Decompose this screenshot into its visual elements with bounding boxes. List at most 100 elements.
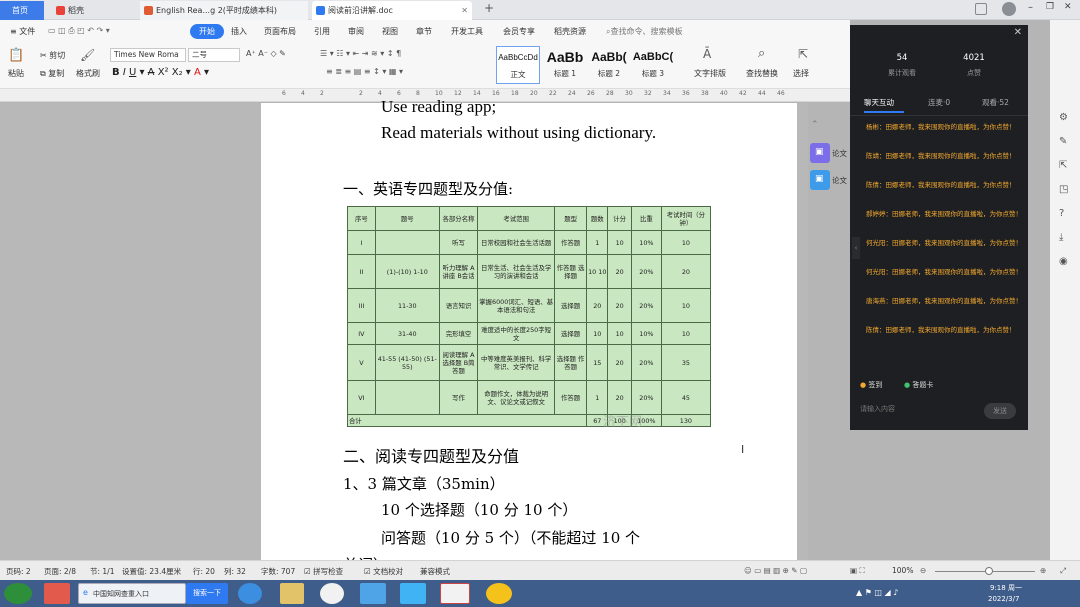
doc-line: 10 个选择题（10 分 10 个） (381, 501, 578, 519)
page-status[interactable]: 页面: 2/8 (44, 566, 76, 577)
answer-card-button[interactable]: ● 答题卡 (904, 380, 933, 390)
format-painter-icon[interactable]: 🖌 (80, 48, 95, 62)
font-family-select[interactable]: Times New Roma (110, 48, 186, 62)
menu-developer[interactable]: 开发工具 (451, 26, 483, 37)
table-cell: 10 (607, 230, 632, 255)
chat-input[interactable]: 请输入内容 (860, 404, 895, 414)
paper-check-button[interactable]: ▣ (810, 170, 830, 190)
quick-access-icons[interactable]: ▭ ◫ ⎙ ◰ ↶ ↷ ▾ (48, 26, 110, 36)
maximize-icon[interactable]: ❐ (1046, 2, 1054, 12)
menu-docer[interactable]: 稻壳资源 (554, 26, 586, 37)
pen-icon[interactable]: ✎ (1059, 136, 1067, 147)
folder-icon[interactable] (280, 583, 304, 604)
find-replace-button[interactable]: 查找替换 (746, 68, 778, 79)
send-button[interactable]: 发送 (984, 403, 1016, 419)
zoom-out-icon[interactable]: ⊖ (920, 566, 926, 575)
menu-insert[interactable]: 插入 (231, 26, 247, 37)
search-go-button[interactable]: 搜索一下 (186, 583, 228, 604)
menu-chapter[interactable]: 章节 (416, 26, 432, 37)
app-icon[interactable] (360, 583, 386, 604)
page-num-status[interactable]: 页码: 2 (6, 566, 31, 577)
search-site-text: 中国知网查重入口 (93, 590, 149, 598)
tray-icons[interactable]: ▲ ⚑ ◫ ◢ ♪ (856, 588, 898, 597)
close-window-icon[interactable]: ✕ (1064, 2, 1072, 12)
menu-layout[interactable]: 页面布局 (264, 26, 296, 37)
location-icon[interactable]: ◉ (1059, 256, 1068, 267)
zoom-slider-thumb[interactable] (985, 567, 993, 575)
download-icon[interactable]: ⤓ (1059, 232, 1063, 243)
collapse-icon[interactable]: ⌃ (811, 120, 819, 130)
menu-file-label: 文件 (19, 27, 36, 36)
col-status[interactable]: 列: 32 (224, 566, 246, 577)
proofread-label: 文档校对 (373, 567, 404, 576)
pointer-icon[interactable]: ⇱ (1059, 160, 1067, 171)
format-painter-button[interactable]: 格式刷 (76, 68, 100, 79)
font-style-buttons[interactable]: B I U ▾ A X² X₂ ▾ A ▾ (112, 67, 209, 78)
add-tab-button[interactable]: + (484, 1, 494, 15)
wps-status-icons[interactable]: ▣ ⛶ (850, 566, 865, 576)
view-mode-icons[interactable]: ☺ ▭ ▤ ▥ ⊕ ✎ ▢ (744, 566, 807, 575)
app-icon[interactable] (486, 583, 512, 604)
paragraph-list-buttons[interactable]: ☰ ▾ ☷ ▾ ⇤ ⇥ ≋ ▾ ↕ ¶ (320, 49, 401, 58)
font-size-select[interactable]: 二号 (188, 48, 240, 62)
start-button[interactable] (4, 583, 32, 604)
tab-home[interactable]: 首页 (0, 1, 44, 20)
row-status[interactable]: 行: 20 (193, 566, 215, 577)
close-tab-icon[interactable]: ✕ (461, 1, 468, 20)
style-heading-2[interactable]: AaBb(标题 2 (587, 46, 631, 84)
proofread-button[interactable]: ☑ 文档校对 (364, 566, 403, 577)
setting-status[interactable]: 设置值: 23.4厘米 (122, 566, 181, 577)
menu-review[interactable]: 审阅 (348, 26, 364, 37)
avatar[interactable] (1002, 2, 1016, 16)
select-button[interactable]: 选择 (793, 68, 809, 79)
menu-references[interactable]: 引用 (314, 26, 330, 37)
cut-button[interactable]: ✂ 剪切 (40, 50, 65, 61)
menu-start[interactable]: 开始 (190, 24, 224, 39)
sidebar-tool-icon[interactable]: ⚙ (1059, 112, 1068, 123)
tab-connect[interactable]: 连麦·0 (928, 97, 950, 108)
menu-file[interactable]: ≡ 文件 (10, 26, 35, 37)
doc-line: Read materials without using dictionary. (381, 123, 657, 142)
close-panel-icon[interactable]: ✕ (1014, 27, 1022, 38)
tab-active-doc[interactable]: 阅读前沿讲解.doc ✕ (312, 1, 472, 20)
minimize-icon[interactable]: – (1028, 2, 1033, 13)
checkin-button[interactable]: ● 签到 (860, 380, 882, 390)
font-size-buttons[interactable]: A⁺ A⁻ ◇ ✎ (246, 49, 286, 58)
paste-icon[interactable]: 📋 (8, 48, 24, 63)
tab-chat[interactable]: 聊天互动 (864, 97, 894, 108)
tab-audience[interactable]: 观看·52 (982, 97, 1009, 108)
wps-taskbar-icon[interactable] (440, 583, 470, 604)
word-count-status[interactable]: 字数: 707 (261, 566, 295, 577)
document-page[interactable]: Use reading app; Read materials without … (261, 97, 797, 560)
zoom-level[interactable]: 100% (892, 566, 913, 575)
tab-english-doc[interactable]: English Rea...g 2(平时成绩本科) (140, 1, 308, 20)
app-icon[interactable] (400, 583, 426, 604)
ie-icon[interactable] (238, 583, 262, 604)
cursor-icon[interactable]: ⇱ (798, 47, 808, 61)
tab-wps[interactable]: 稻壳 (52, 1, 132, 20)
paste-button[interactable]: 粘贴 (8, 68, 24, 79)
menu-view[interactable]: 视图 (382, 26, 398, 37)
window-layout-icon[interactable] (975, 3, 987, 15)
chrome-icon[interactable] (320, 583, 344, 604)
paper-tool-button[interactable]: ▣ (810, 143, 830, 163)
text-layout-icon[interactable]: Ā (703, 47, 711, 61)
pinned-app-icon[interactable] (44, 583, 70, 604)
collapse-panel-icon[interactable]: ‹ (852, 237, 860, 259)
spell-check-button[interactable]: ☑ 拼写检查 (304, 566, 343, 577)
section-status[interactable]: 节: 1/1 (90, 566, 114, 577)
style-heading-1[interactable]: AaBb 标题 1 (543, 46, 587, 84)
browser-search-box[interactable]: e 中国知网查重入口 (78, 583, 186, 604)
text-layout-button[interactable]: 文字排版 (694, 68, 726, 79)
menu-member[interactable]: 会员专享 (503, 26, 535, 37)
style-normal[interactable]: AaBbCcDd 正文 (496, 46, 540, 84)
command-search[interactable]: ⌕查找命令、搜索模板 (606, 26, 682, 37)
style-heading-3[interactable]: AaBbC(标题 3 (631, 46, 675, 84)
shape-icon[interactable]: ◳ (1059, 184, 1068, 195)
find-icon[interactable]: ⌕ (758, 46, 765, 61)
zoom-in-icon[interactable]: ⊕ (1040, 566, 1046, 575)
align-buttons[interactable]: ≡ ≣ ≡ ▤ ≡ ↕ ▾ ▦ ▾ (326, 67, 403, 76)
copy-button[interactable]: ⧉ 复制 (40, 68, 64, 79)
help-icon[interactable]: ? (1059, 208, 1064, 219)
fit-page-icon[interactable]: ⤢ (1060, 566, 1066, 576)
